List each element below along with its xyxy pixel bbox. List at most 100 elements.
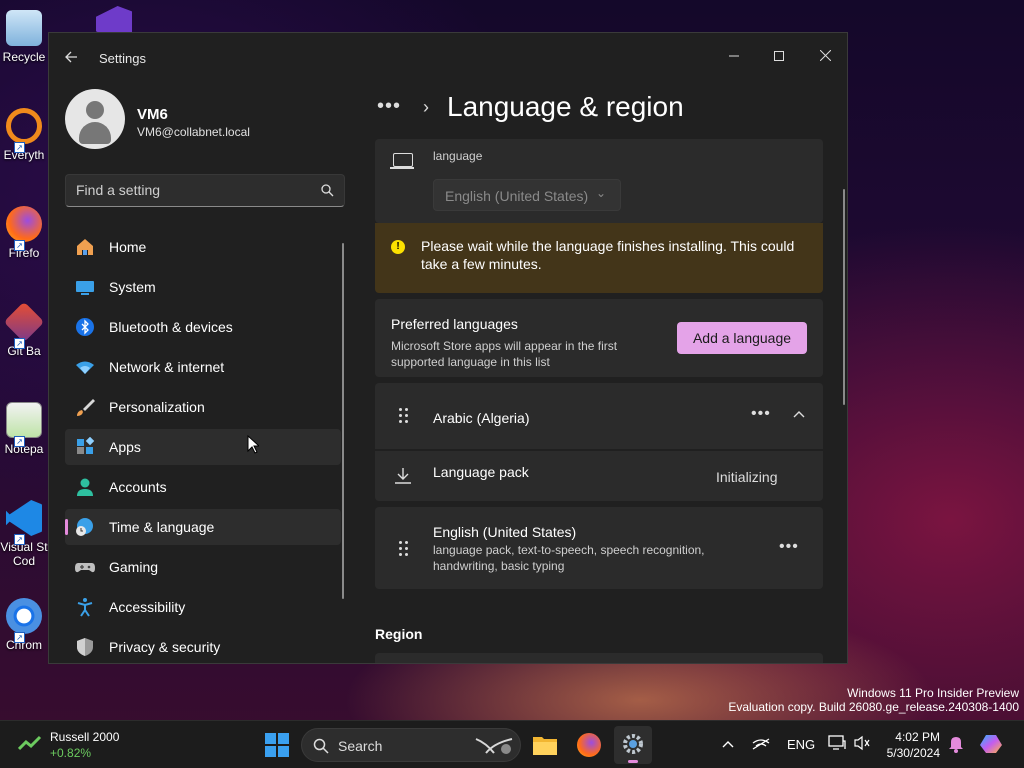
- desktop-icon-chrome[interactable]: ↗ Chrom: [0, 598, 48, 652]
- notepad-plus-icon: [6, 402, 42, 438]
- home-icon: [77, 239, 93, 255]
- display-icon[interactable]: [828, 735, 846, 751]
- taskbar-firefox[interactable]: [570, 726, 608, 764]
- settings-window: Settings VM6 VM6@collabnet.local Home Sy…: [48, 32, 848, 664]
- add-language-button[interactable]: Add a language: [677, 322, 807, 354]
- taskbar-file-explorer[interactable]: [526, 726, 564, 764]
- shortcut-arrow-icon: ↗: [14, 534, 25, 545]
- language-item-arabic[interactable]: Arabic (Algeria) •••: [375, 383, 823, 449]
- sidebar-item-label: Apps: [109, 439, 141, 455]
- main-scrollbar[interactable]: [843, 189, 845, 405]
- sidebar-item-label: Privacy & security: [109, 639, 221, 655]
- preferred-languages-desc: Microsoft Store apps will appear in the …: [391, 339, 618, 369]
- globe-clock-icon: [76, 518, 93, 536]
- shortcut-arrow-icon: ↗: [14, 632, 25, 643]
- start-button[interactable]: [258, 726, 296, 764]
- windows-display-language-card: language English (United States) ⌄: [375, 139, 823, 223]
- copilot-icon[interactable]: [980, 733, 1004, 755]
- start-icon: [265, 733, 289, 757]
- dropdown-value: English (United States): [445, 188, 589, 204]
- maximize-button[interactable]: [757, 41, 801, 71]
- search-icon[interactable]: [320, 183, 334, 197]
- minimize-button[interactable]: [712, 41, 756, 71]
- desktop-icon-vscode[interactable]: ↗ Visual St Cod: [0, 500, 48, 568]
- vscode-icon: [6, 500, 42, 536]
- drag-handle-icon[interactable]: [399, 408, 409, 424]
- volume-muted-icon[interactable]: [854, 735, 870, 751]
- language-features: language pack, text-to-speech, speech re…: [433, 543, 705, 573]
- search-input[interactable]: [76, 182, 306, 198]
- language-pack-label: Language pack: [433, 464, 529, 480]
- sidebar-item-apps[interactable]: Apps: [65, 429, 341, 465]
- language-item-english[interactable]: English (United States) language pack, t…: [375, 507, 823, 589]
- taskbar-settings[interactable]: [614, 726, 652, 764]
- chevron-down-icon: ⌄: [595, 186, 606, 200]
- sidebar-item-system[interactable]: System: [65, 269, 341, 305]
- region-card[interactable]: [375, 653, 823, 663]
- preferred-languages-title: Preferred languages: [391, 316, 518, 332]
- notification-bell-icon[interactable]: [948, 735, 964, 753]
- brush-icon: [77, 399, 95, 416]
- chevron-up-icon[interactable]: [722, 739, 734, 749]
- sidebar-item-home[interactable]: Home: [65, 229, 341, 265]
- watermark-line: Windows 11 Pro Insider Preview: [847, 686, 1019, 700]
- sidebar-item-gaming[interactable]: Gaming: [65, 549, 341, 585]
- desktop-icon-firefox[interactable]: ↗ Firefo: [0, 206, 48, 260]
- sidebar-item-accounts[interactable]: Accounts: [65, 469, 341, 505]
- sidebar-item-time-language[interactable]: Time & language: [65, 509, 341, 545]
- sidebar-item-accessibility[interactable]: Accessibility: [65, 589, 341, 625]
- sidebar-item-personalization[interactable]: Personalization: [65, 389, 341, 425]
- laptop-icon: [390, 153, 414, 169]
- sidebar-item-network[interactable]: Network & internet: [65, 349, 341, 385]
- sidebar-item-label: Accessibility: [109, 599, 186, 615]
- more-options-button[interactable]: •••: [751, 405, 771, 423]
- display-language-dropdown[interactable]: English (United States) ⌄: [433, 179, 621, 211]
- search-icon: [313, 738, 329, 754]
- taskbar-search[interactable]: Search: [301, 728, 521, 762]
- firefox-icon: [6, 206, 42, 242]
- avatar[interactable]: [65, 89, 125, 149]
- shortcut-arrow-icon: ↗: [14, 240, 25, 251]
- chevron-up-icon[interactable]: [792, 407, 806, 424]
- user-name: VM6: [137, 106, 168, 123]
- stock-chart-icon[interactable]: [18, 735, 42, 751]
- sidebar-item-label: Time & language: [109, 519, 215, 535]
- sidebar-scrollbar[interactable]: [342, 243, 344, 599]
- title-bar[interactable]: Settings: [49, 33, 847, 81]
- desktop-icon-recycle-bin[interactable]: Recycle: [0, 10, 48, 64]
- recycle-bin-icon: [6, 10, 42, 46]
- page-title: Language & region: [447, 91, 684, 122]
- close-button[interactable]: [803, 41, 847, 71]
- search-box[interactable]: [65, 174, 345, 207]
- desktop-icon-git-bash[interactable]: ↗ Git Ba: [0, 301, 48, 358]
- breadcrumb-more-button[interactable]: •••: [377, 95, 401, 118]
- language-name: English (United States): [433, 524, 577, 540]
- input-language[interactable]: ENG: [787, 737, 815, 752]
- desktop-icon-everything[interactable]: ↗ Everyth: [0, 108, 48, 162]
- ticker-name[interactable]: Russell 2000: [50, 730, 119, 744]
- maximize-icon: [774, 51, 784, 61]
- accounts-icon: [77, 478, 93, 496]
- mouse-cursor-icon: [247, 435, 259, 454]
- back-button[interactable]: [63, 49, 83, 69]
- network-disconnected-icon[interactable]: [752, 737, 770, 751]
- system-icon: [76, 281, 94, 295]
- sidebar-item-label: Home: [109, 239, 147, 255]
- desktop-icon-notepad[interactable]: ↗ Notepa: [0, 402, 48, 456]
- sidebar-item-label: Network & internet: [109, 359, 225, 375]
- sidebar-item-privacy[interactable]: Privacy & security: [65, 629, 341, 663]
- gamepad-icon: [75, 563, 95, 573]
- clock-time[interactable]: 4:02 PM: [895, 730, 940, 744]
- chrome-icon: [6, 598, 42, 634]
- preferred-languages-card: Preferred languages Microsoft Store apps…: [375, 299, 823, 377]
- user-email: VM6@collabnet.local: [137, 125, 250, 139]
- taskbar-search-label: Search: [338, 738, 383, 754]
- sidebar-item-bluetooth[interactable]: Bluetooth & devices: [65, 309, 341, 345]
- clock-date[interactable]: 5/30/2024: [887, 746, 940, 760]
- more-options-button[interactable]: •••: [779, 538, 799, 556]
- breadcrumb-chevron-icon: ›: [423, 97, 429, 117]
- warning-icon: !: [391, 240, 405, 254]
- sidebar-item-label: Gaming: [109, 559, 159, 575]
- taskbar: Russell 2000 +0.82% Search ENG 4:02 PM 5…: [0, 720, 1024, 768]
- drag-handle-icon[interactable]: [399, 541, 409, 557]
